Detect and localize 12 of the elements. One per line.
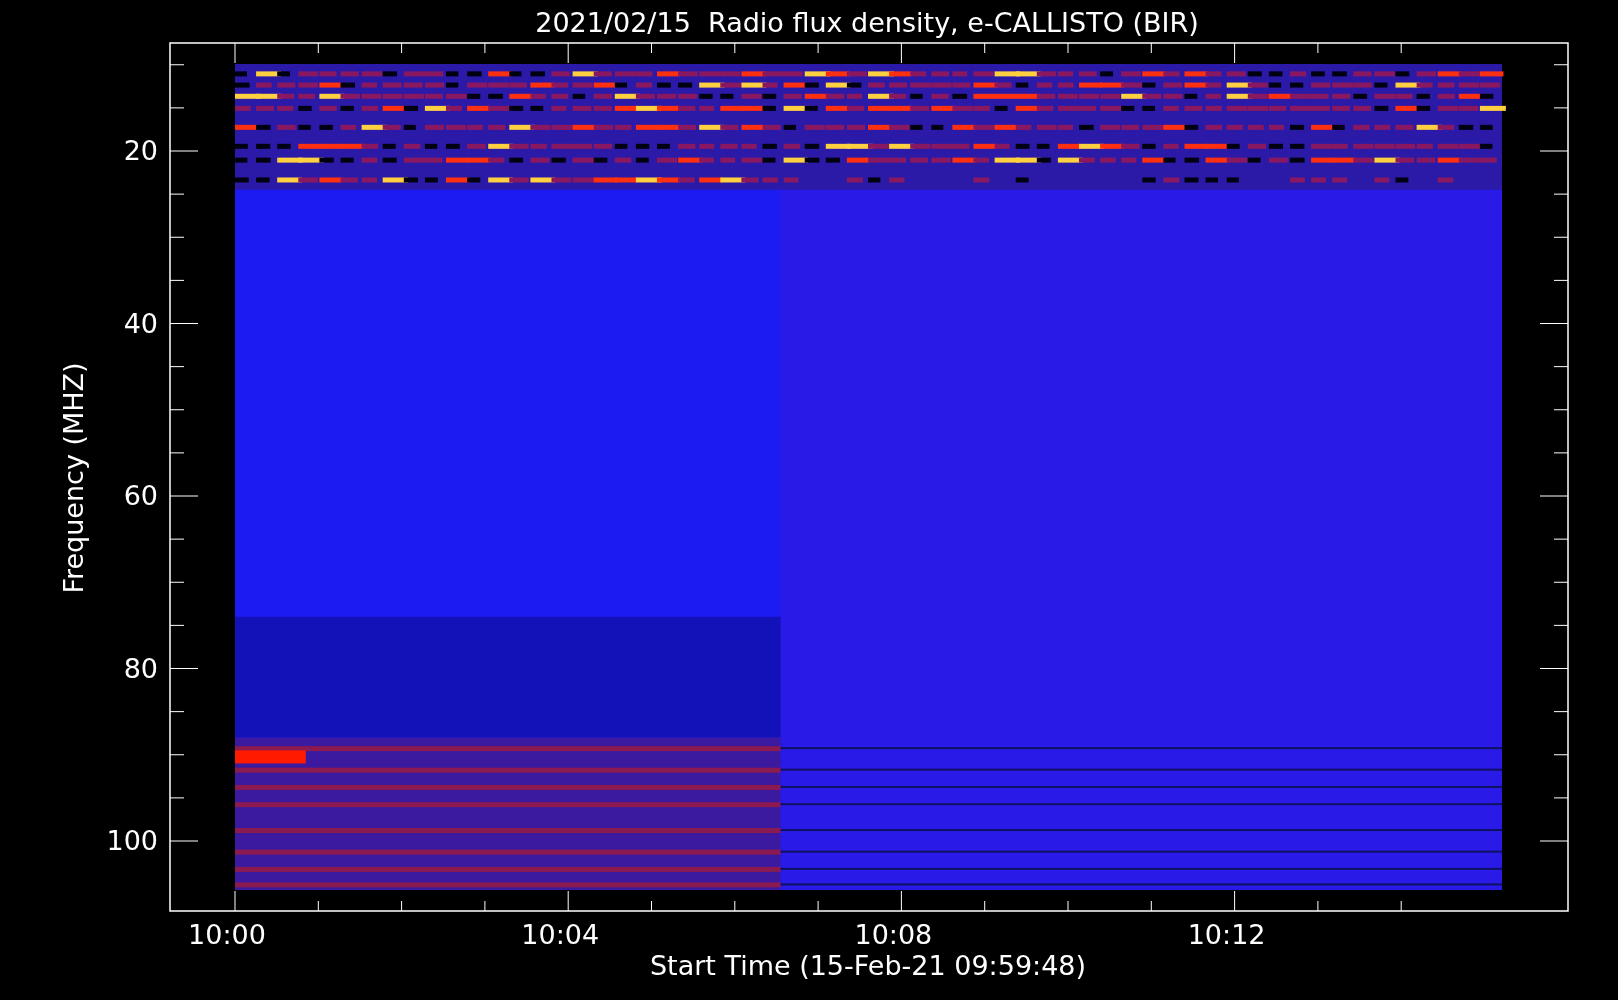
y-tick-label: 40 bbox=[123, 307, 158, 339]
x-tick-label: 10:00 bbox=[188, 919, 266, 950]
y-tick-label: 100 bbox=[106, 825, 158, 856]
x-tick-label: 10:12 bbox=[1187, 919, 1266, 950]
x-tick-label: 10:08 bbox=[854, 919, 933, 950]
y-tick-label: 60 bbox=[123, 480, 158, 511]
plot-title: 2021/02/15 Radio flux density, e-CALLISTO (BIR) bbox=[535, 7, 1199, 38]
x-tick-label: 10:04 bbox=[521, 919, 600, 950]
y-tick-label: 80 bbox=[123, 652, 158, 684]
x-axis-label: Start Time (15-Feb-21 09:59:48) bbox=[649, 950, 1087, 981]
y-axis-label: Frequency (MHZ) bbox=[58, 362, 89, 594]
y-tick-label: 20 bbox=[123, 135, 158, 166]
